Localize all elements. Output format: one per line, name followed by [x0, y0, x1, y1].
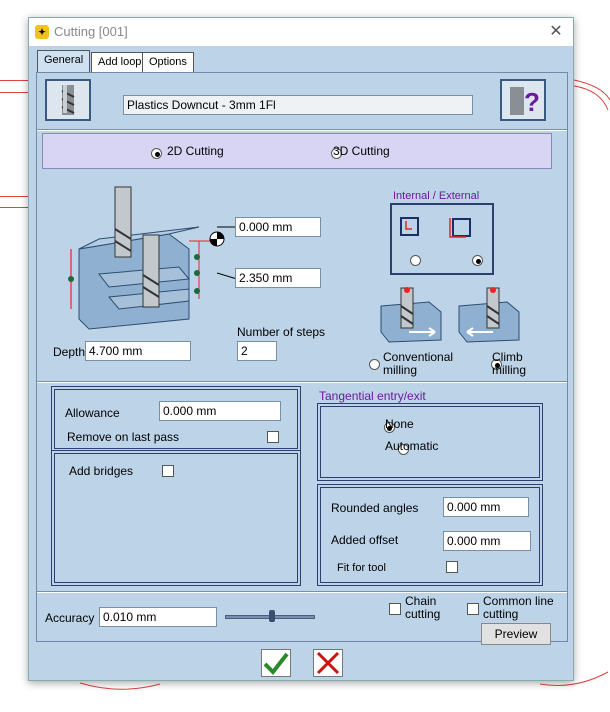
radio-external[interactable] — [472, 255, 484, 267]
checkmark-icon — [263, 652, 289, 676]
conventional-line2: milling — [383, 363, 418, 377]
cross-icon — [316, 651, 340, 675]
number-of-steps-label: Number of steps — [237, 325, 326, 339]
tangential-title: Tangential entry/exit — [319, 389, 426, 403]
radio-2d-cutting[interactable] — [151, 148, 162, 160]
tab-add-loop[interactable]: Add loop — [91, 52, 149, 72]
step-diagram — [68, 186, 225, 330]
tab-options[interactable]: Options — [142, 52, 194, 72]
tab-general[interactable]: General — [37, 50, 91, 73]
general-panel: Plastics Downcut - 3mm 1Fl ? 2D Cutting … — [36, 72, 568, 645]
climb-milling-icon — [458, 287, 520, 343]
add-bridges-checkbox[interactable] — [162, 465, 174, 477]
app-icon: ✦ — [35, 25, 49, 39]
internal-icon — [400, 217, 419, 236]
preview-button[interactable]: Preview — [481, 623, 551, 645]
label-2d-cutting: 2D Cutting — [167, 144, 224, 158]
allowance-field[interactable]: 0.000 mm — [159, 401, 281, 421]
tool-help-icon: ? — [510, 87, 540, 117]
accuracy-label: Accuracy — [45, 611, 95, 625]
radio-conventional-milling[interactable] — [369, 359, 380, 371]
divider — [37, 381, 567, 383]
divider — [37, 129, 567, 131]
tool-help-button[interactable]: ? — [500, 79, 546, 121]
remove-last-pass-checkbox[interactable] — [267, 431, 279, 443]
cutting-dialog: ✦ Cutting [001] ✕ General Add loop Optio… — [28, 17, 574, 681]
ok-button[interactable] — [261, 649, 291, 677]
svg-text:?: ? — [524, 87, 540, 117]
allowance-label: Allowance — [65, 406, 120, 420]
chain-cutting-label: Chain cutting — [405, 595, 440, 621]
tool-button[interactable] — [45, 79, 91, 121]
top-offset-field[interactable]: 0.000 mm — [235, 217, 321, 237]
chain-cutting-checkbox[interactable] — [389, 603, 401, 615]
rounded-angles-label: Rounded angles — [331, 501, 419, 515]
label-3d-cutting: 3D Cutting — [333, 144, 390, 158]
remove-last-pass-label: Remove on last pass — [67, 430, 180, 444]
cancel-button[interactable] — [313, 649, 343, 677]
rounded-angles-field[interactable]: 0.000 mm — [443, 497, 529, 517]
depth-field[interactable]: 4.700 mm — [85, 341, 191, 361]
close-button[interactable]: ✕ — [545, 21, 567, 43]
common-line2: cutting — [483, 607, 519, 621]
tool-name-field[interactable]: Plastics Downcut - 3mm 1Fl — [123, 95, 473, 115]
drill-bit-icon — [61, 85, 75, 115]
common-line-label: Common line cutting — [483, 595, 554, 621]
climb-milling-label: Climb milling — [492, 351, 526, 377]
divider — [37, 591, 567, 593]
fit-for-tool-checkbox[interactable] — [446, 561, 458, 573]
accuracy-field[interactable]: 0.010 mm — [99, 607, 217, 627]
title-bar: ✦ Cutting [001] ✕ — [29, 18, 573, 46]
external-icon — [449, 218, 471, 238]
cutting-mode-group: 2D Cutting 3D Cutting — [42, 133, 552, 169]
chain-line2: cutting — [405, 607, 441, 621]
tangential-none-label: None — [385, 417, 414, 431]
added-offset-label: Added offset — [331, 533, 399, 547]
fit-for-tool-label: Fit for tool — [337, 562, 386, 574]
window-title: Cutting [001] — [54, 24, 128, 39]
radio-internal[interactable] — [410, 255, 421, 267]
accuracy-slider-thumb[interactable] — [268, 610, 275, 622]
number-of-steps-field[interactable]: 2 — [237, 341, 277, 361]
step-height-field[interactable]: 2.350 mm — [235, 268, 321, 288]
depth-label: Depth — [53, 345, 86, 359]
tangential-automatic-label: Automatic — [385, 439, 439, 453]
conventional-milling-icon — [380, 287, 442, 343]
climb-line2: milling — [492, 363, 527, 377]
common-line-checkbox[interactable] — [467, 603, 479, 615]
internal-external-group — [390, 203, 494, 275]
add-bridges-label: Add bridges — [69, 464, 134, 478]
added-offset-field[interactable]: 0.000 mm — [443, 531, 531, 551]
internal-external-title: Internal / External — [393, 190, 480, 202]
conventional-milling-label: Conventional milling — [383, 351, 453, 377]
